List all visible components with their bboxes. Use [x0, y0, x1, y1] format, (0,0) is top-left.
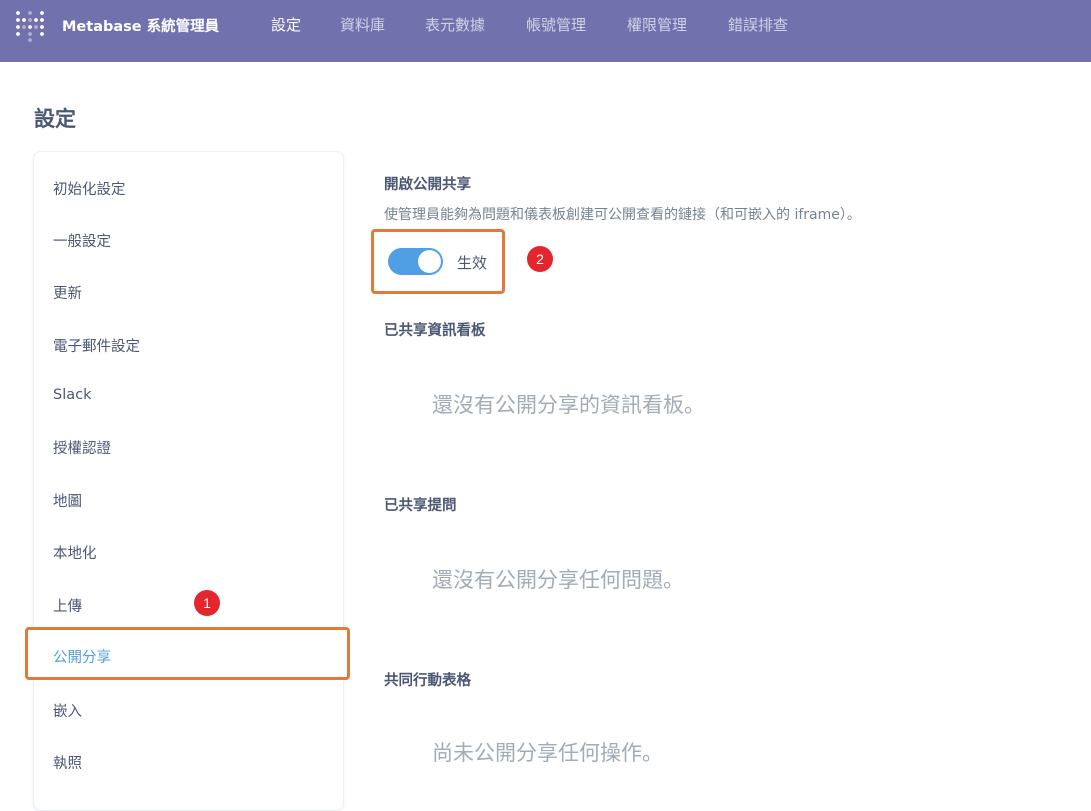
shared-questions-empty-state: 還沒有公開分享任何問題。 [432, 568, 684, 592]
sidebar-item-email[interactable]: 電子郵件設定 [53, 335, 140, 357]
public-sharing-toggle[interactable] [388, 248, 443, 275]
shared-dashboards-title: 已共享資訊看板 [384, 323, 486, 339]
step-badge-2: 2 [527, 246, 553, 272]
public-sharing-description: 使管理員能夠為問題和儀表板創建可公開查看的鏈接（和可嵌入的 iframe）。 [384, 207, 861, 223]
shared-questions-title: 已共享提問 [384, 498, 457, 514]
sidebar-item-slack[interactable]: Slack [53, 387, 92, 409]
nav-databases[interactable]: 資料庫 [340, 14, 385, 36]
page-title: 設定 [34, 107, 76, 131]
toggle-knob [418, 250, 441, 273]
sidebar-item-public-sharing[interactable]: 公開分享 [25, 627, 350, 680]
nav-troubleshooting[interactable]: 錯誤排查 [728, 14, 788, 36]
toggle-status-label: 生效 [457, 254, 488, 272]
nav-table-metadata[interactable]: 表元數據 [425, 14, 485, 36]
step-badge-1: 1 [194, 590, 220, 616]
sidebar-item-embedding[interactable]: 嵌入 [53, 700, 82, 722]
sidebar-item-setup[interactable]: 初始化設定 [53, 178, 126, 200]
sidebar-item-localization[interactable]: 本地化 [53, 542, 97, 564]
shared-actions-empty-state: 尚未公開分享任何操作。 [432, 741, 663, 765]
sidebar-item-label: 公開分享 [53, 650, 111, 666]
sidebar-item-updates[interactable]: 更新 [53, 282, 82, 304]
public-sharing-title: 開啟公開共享 [384, 177, 471, 193]
shared-actions-title: 共同行動表格 [384, 673, 471, 689]
metabase-logo-icon[interactable] [14, 7, 46, 43]
sidebar-item-authentication[interactable]: 授權認證 [53, 437, 111, 459]
nav-people[interactable]: 帳號管理 [526, 14, 586, 36]
nav-settings[interactable]: 設定 [271, 14, 301, 36]
shared-dashboards-empty-state: 還沒有公開分享的資訊看板。 [432, 393, 705, 417]
sidebar-item-general[interactable]: 一般設定 [53, 230, 111, 252]
admin-brand-title: Metabase 系統管理員 [62, 19, 220, 35]
top-navigation-bar: Metabase 系統管理員 設定 資料庫 表元數據 帳號管理 權限管理 錯誤排… [0, 0, 1091, 62]
settings-sidebar: 初始化設定 一般設定 更新 電子郵件設定 Slack 授權認證 地圖 本地化 上… [33, 151, 344, 811]
sidebar-item-uploads[interactable]: 上傳 [53, 595, 82, 617]
nav-permissions[interactable]: 權限管理 [627, 14, 687, 36]
sidebar-item-license[interactable]: 執照 [53, 752, 82, 774]
sidebar-item-maps[interactable]: 地圖 [53, 490, 82, 512]
